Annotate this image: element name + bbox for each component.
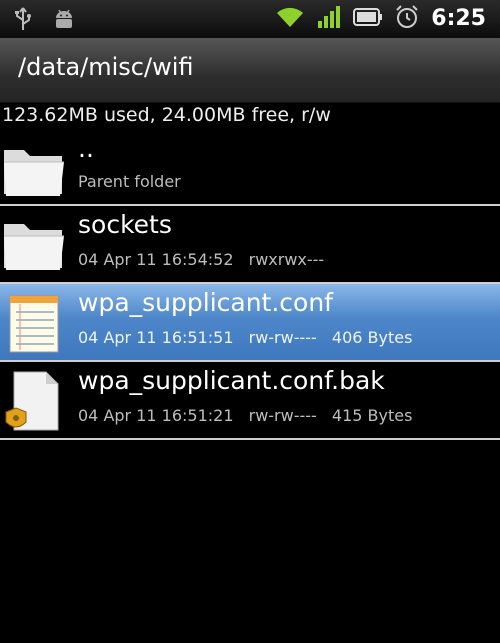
file-date: 04 Apr 11 16:51:51 xyxy=(78,328,234,347)
status-bar: 6:25 xyxy=(0,0,500,38)
file-subtitle: Parent folder xyxy=(78,172,181,191)
signal-icon xyxy=(317,5,341,33)
text-file-icon xyxy=(2,292,66,356)
file-permissions: rw-rw---- xyxy=(248,406,317,425)
file-name: .. xyxy=(78,134,94,163)
file-permissions: rwxrwx--- xyxy=(248,250,325,269)
file-permissions: rw-rw---- xyxy=(248,328,317,347)
folder-icon xyxy=(2,140,66,204)
file-size: 415 Bytes xyxy=(331,406,413,425)
battery-icon xyxy=(353,7,383,31)
android-debug-icon xyxy=(52,7,76,35)
clock: 6:25 xyxy=(431,6,486,31)
storage-info: 123.62MB used, 24.00MB free, r/w xyxy=(2,104,331,126)
current-path: /data/misc/wifi xyxy=(18,53,194,81)
title-bar: /data/misc/wifi xyxy=(0,38,500,103)
usb-icon xyxy=(14,6,32,36)
folder-icon xyxy=(2,214,66,278)
file-meta: 04 Apr 11 16:51:51 rw-rw---- 406 Bytes xyxy=(78,328,422,347)
file-meta: 04 Apr 11 16:51:21 rw-rw---- 415 Bytes xyxy=(78,406,422,425)
list-item-sockets[interactable]: sockets 04 Apr 11 16:54:52 rwxrwx--- xyxy=(0,206,500,284)
alarm-icon xyxy=(395,5,419,33)
backup-file-icon xyxy=(2,370,66,434)
list-item-parent-folder[interactable]: .. Parent folder xyxy=(0,132,500,206)
list-item-wpa-supplicant-conf-bak[interactable]: wpa_supplicant.conf.bak 04 Apr 11 16:51:… xyxy=(0,362,500,440)
list-item-wpa-supplicant-conf[interactable]: wpa_supplicant.conf 04 Apr 11 16:51:51 r… xyxy=(0,284,500,362)
file-size: 406 Bytes xyxy=(331,328,413,347)
file-date: 04 Apr 11 16:54:52 xyxy=(78,250,234,269)
wifi-icon xyxy=(275,5,305,33)
file-meta: 04 Apr 11 16:54:52 rwxrwx--- xyxy=(78,250,334,269)
file-name: wpa_supplicant.conf xyxy=(78,288,333,317)
file-list: .. Parent folder sockets 04 Apr 11 16:54… xyxy=(0,132,500,440)
file-name: sockets xyxy=(78,210,172,239)
file-name: wpa_supplicant.conf.bak xyxy=(78,366,385,395)
file-date: 04 Apr 11 16:51:21 xyxy=(78,406,234,425)
